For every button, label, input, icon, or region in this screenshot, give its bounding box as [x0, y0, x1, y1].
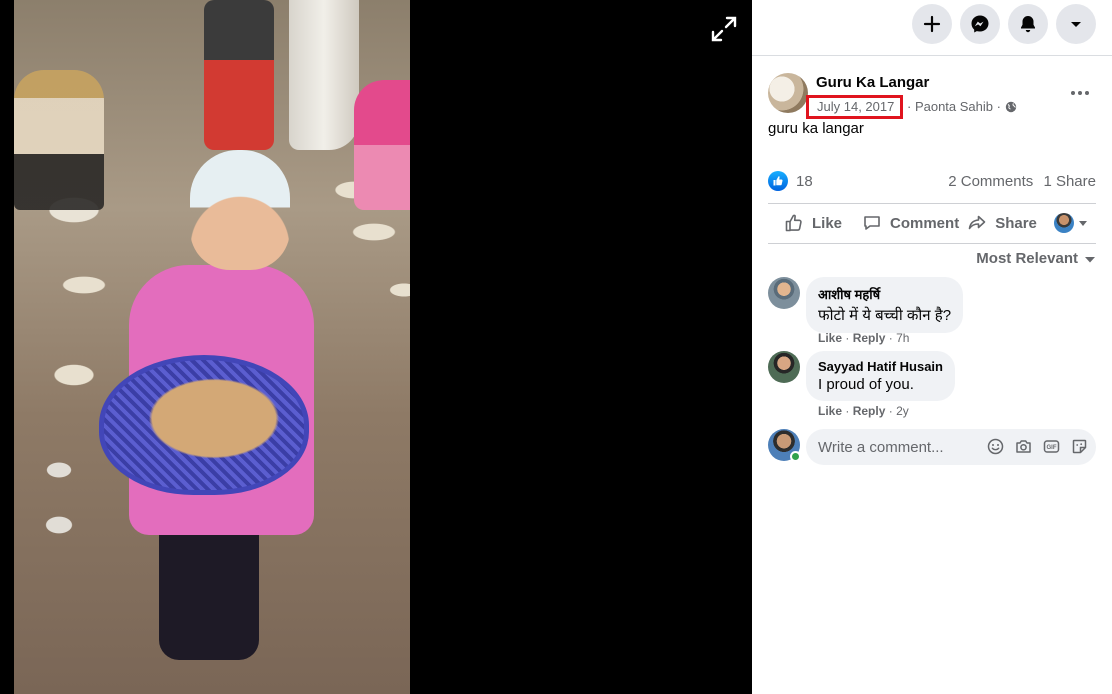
post-photo[interactable]: [14, 0, 410, 694]
comment-time[interactable]: 2y: [896, 404, 909, 418]
photo-seated-woman: [354, 80, 410, 210]
comment-author[interactable]: Sayyad Hatif Husain: [818, 359, 943, 374]
svg-text:GIF: GIF: [1046, 445, 1056, 451]
comment-like-link[interactable]: Like: [818, 331, 842, 345]
account-menu-button[interactable]: [1056, 4, 1096, 44]
bell-icon: [1021, 16, 1035, 33]
caret-down-icon: [1071, 22, 1081, 27]
share-button[interactable]: Share: [967, 213, 1037, 233]
camera-icon[interactable]: [1014, 437, 1032, 455]
comment-reply-link[interactable]: Reply: [853, 404, 886, 418]
globe-icon: [1005, 101, 1017, 116]
sort-label: Most Relevant: [976, 250, 1078, 267]
shares-count[interactable]: 1 Share: [1043, 173, 1096, 190]
post-options-button[interactable]: [1062, 81, 1098, 105]
meta-separator: ·: [996, 99, 1001, 114]
notifications-button[interactable]: [1008, 4, 1048, 44]
comment-reply-link[interactable]: Reply: [853, 331, 886, 345]
comment-sort-dropdown[interactable]: Most Relevant: [976, 250, 1096, 267]
comment-icon: [864, 216, 880, 230]
photo-girl-head: [190, 150, 290, 270]
user-avatar: [1054, 213, 1074, 233]
meta-separator: ·: [888, 331, 893, 345]
post-caption: guru ka langar: [768, 120, 864, 137]
gif-icon[interactable]: GIF: [1042, 437, 1060, 455]
expand-button[interactable]: [709, 14, 739, 44]
comment-author[interactable]: आशीष महर्षि: [818, 285, 951, 303]
reaction-identity-selector[interactable]: [1054, 213, 1096, 233]
reaction-count[interactable]: 18: [796, 173, 813, 190]
comment-text: फोटो में ये बच्ची कौन है?: [818, 307, 952, 324]
engagement-stats: 2 Comments 1 Share: [942, 173, 1096, 190]
messenger-button[interactable]: [960, 4, 1000, 44]
comment-bubble: आशीष महर्षि फोटो में ये बच्ची कौन है?: [806, 277, 964, 333]
caret-down-icon: [1085, 256, 1095, 262]
composer-icons: GIF: [986, 437, 1088, 455]
photo-tree-trunk: [289, 0, 359, 150]
post-header: Guru Ka Langar July 14, 2017 · Paonta Sa…: [768, 73, 1098, 119]
comment-meta: Like · Reply · 2y: [818, 404, 909, 418]
online-status-indicator: [790, 451, 801, 462]
divider: [768, 203, 1096, 204]
caret-down-icon: [1079, 221, 1087, 226]
photo-seated-man: [14, 70, 104, 210]
comment-button[interactable]: Comment: [862, 213, 959, 233]
meta-separator: ·: [888, 404, 893, 418]
post-meta: July 14, 2017 · Paonta Sahib ·: [806, 95, 1017, 119]
more-dots-icon: [1071, 91, 1089, 95]
comment-like-link[interactable]: Like: [818, 404, 842, 418]
comment-label: Comment: [890, 214, 960, 232]
plus-icon: [923, 15, 941, 33]
thumbs-up-icon: [785, 214, 802, 232]
comment-bubble: Sayyad Hatif Husain I proud of you.: [806, 351, 955, 401]
divider: [768, 243, 1096, 244]
like-label: Like: [812, 214, 843, 232]
meta-separator: ·: [906, 99, 912, 114]
top-bar: [752, 0, 1112, 56]
meta-separator: ·: [845, 404, 850, 418]
meta-separator: ·: [845, 331, 850, 345]
comment-time[interactable]: 7h: [896, 331, 909, 345]
like-reaction-icon[interactable]: [768, 171, 788, 191]
create-button[interactable]: [912, 4, 952, 44]
reactions-bar: 18 2 Comments 1 Share: [768, 171, 1096, 193]
photo-girl-legs: [159, 520, 259, 660]
photo-walking-person: [204, 0, 274, 150]
sticker-icon[interactable]: [1070, 437, 1088, 455]
emoji-icon[interactable]: [986, 437, 1004, 455]
expand-icon: [711, 16, 737, 42]
photo-roti-basket: [99, 355, 309, 495]
messenger-icon: [971, 15, 989, 33]
comment-composer: GIF: [768, 429, 1098, 465]
share-label: Share: [995, 214, 1037, 232]
post-actions: Like Comment Share: [768, 207, 1096, 239]
like-button[interactable]: Like: [784, 213, 842, 233]
page-avatar[interactable]: [768, 73, 808, 113]
post-location[interactable]: Paonta Sahib: [915, 99, 993, 114]
post-date[interactable]: July 14, 2017: [806, 95, 904, 119]
comment-meta: Like · Reply · 7h: [818, 331, 909, 345]
post-panel: Guru Ka Langar July 14, 2017 · Paonta Sa…: [752, 0, 1112, 694]
comments-count[interactable]: 2 Comments: [948, 173, 1033, 190]
commenter-avatar[interactable]: [768, 277, 800, 309]
comment-text: I proud of you.: [818, 376, 914, 393]
share-icon: [968, 215, 986, 230]
page-name[interactable]: Guru Ka Langar: [816, 74, 929, 91]
commenter-avatar[interactable]: [768, 351, 800, 383]
photo-viewer: [0, 0, 752, 694]
